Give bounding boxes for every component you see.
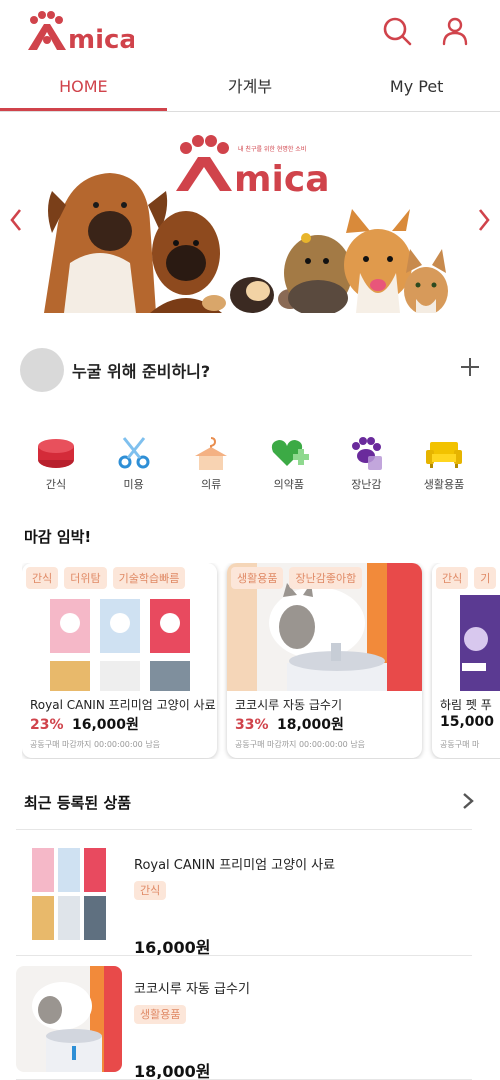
product-title: Royal CANIN 프리미엄 고양이 사료 <box>30 698 216 712</box>
deals-carousel[interactable]: 간식 더위탐 기술학습빠름 Royal CANIN 프리미엄 고양이 사료 23… <box>22 563 500 759</box>
plus-icon[interactable] <box>460 354 480 382</box>
deadline-countdown: 공동구매 마감까지 00:00:00:00 남음 <box>235 740 366 749</box>
svg-text:mica: mica <box>68 25 134 54</box>
category-household[interactable]: 생활용품 <box>406 436 482 496</box>
mica-logo[interactable]: mica <box>24 10 137 55</box>
tab-my-pet[interactable]: My Pet <box>333 64 500 111</box>
tag: 더위탐 <box>64 567 107 589</box>
recent-product-item[interactable]: 코코시루 자동 급수기 생활용품 18,000원 <box>16 966 472 1080</box>
category-toys[interactable]: 장난감 <box>328 436 404 496</box>
tag: 생활용품 <box>231 567 284 589</box>
tag: 간식 <box>26 567 59 589</box>
deal-card[interactable]: 생활용품 장난감좋아함 코코시루 자동 급수기 33% 18,000원 공동구매… <box>227 563 422 758</box>
tag: 기 <box>474 567 497 589</box>
price-row: 15,000 <box>440 714 494 730</box>
deals-title: 마감 임박! <box>24 528 92 546</box>
corgi-dog-image <box>344 209 412 313</box>
product-price: 18,000원 <box>276 717 344 733</box>
pet-selector-prompt: 누굴 위해 준비하니? <box>72 362 211 381</box>
category-label: 의류 <box>201 478 222 491</box>
tab-home[interactable]: HOME <box>0 64 167 111</box>
yorkie-dog-image <box>284 233 352 313</box>
category-menu: 간식 미용 의류 의약품 장난감 생활용품 <box>18 436 482 496</box>
deadline-countdown: 공동구매 마감까지 00:00:00:00 남음 <box>30 740 161 749</box>
product-title: 코코시루 자동 급수기 <box>134 982 250 997</box>
product-price: 18,000원 <box>134 1062 211 1080</box>
category-label: 생활용품 <box>423 478 465 491</box>
user-icon[interactable] <box>440 16 470 46</box>
deal-card[interactable]: 간식 기 하림 펫 푸 15,000 공동구매 마 <box>432 563 500 758</box>
scissors-icon <box>118 437 150 469</box>
main-tabs: HOME 가계부 My Pet <box>0 64 500 112</box>
price-row: 33% 18,000원 <box>235 714 344 734</box>
heart-cross-icon <box>271 440 309 466</box>
can-icon <box>38 439 74 468</box>
chevron-right-icon[interactable] <box>460 790 476 818</box>
category-label: 미용 <box>123 478 144 491</box>
sofa-icon <box>425 442 462 468</box>
recent-products-header[interactable]: 최근 등록된 상품 <box>24 792 476 816</box>
deadline-countdown: 공동구매 마 <box>440 740 480 749</box>
chevron-left-icon <box>10 209 22 231</box>
divider <box>16 829 472 830</box>
recent-product-item[interactable]: Royal CANIN 프리미엄 고양이 사료 간식 16,000원 <box>16 842 472 962</box>
product-title: Royal CANIN 프리미엄 고양이 사료 <box>134 858 336 873</box>
category-label: 장난감 <box>351 478 382 491</box>
price-row: 23% 16,000원 <box>30 714 139 734</box>
product-price: 15,000 <box>440 714 495 730</box>
tag: 장난감좋아함 <box>289 567 363 589</box>
category-label: 의약품 <box>273 478 304 491</box>
banner-pets-illustration: mica 내 친구를 위한 현명한 소비 <box>44 135 448 313</box>
hanger-icon <box>195 437 228 470</box>
tab-account-book[interactable]: 가계부 <box>167 64 334 111</box>
app-header: mica <box>0 0 500 64</box>
product-price: 16,000원 <box>71 717 139 733</box>
banner-prev-arrow[interactable] <box>4 200 28 240</box>
hero-banner[interactable]: mica 내 친구를 위한 현명한 소비 <box>0 113 500 313</box>
tag-list: 생활용품 장난감좋아함 <box>231 567 363 589</box>
paw-icon <box>352 437 383 470</box>
banner-logo: mica 내 친구를 위한 현명한 소비 <box>176 135 329 200</box>
pet-avatar[interactable] <box>20 348 64 392</box>
divider <box>16 955 472 956</box>
tag: 간식 <box>134 881 167 900</box>
boxer-dog-image <box>44 173 168 313</box>
cat-image <box>404 249 448 313</box>
category-clothing[interactable]: 의류 <box>173 436 249 496</box>
pet-selector[interactable]: 누굴 위해 준비하니? <box>20 346 480 394</box>
product-image <box>16 842 122 948</box>
svg-text:mica: mica <box>234 159 329 200</box>
category-grooming[interactable]: 미용 <box>96 436 172 496</box>
product-title: 하림 펫 푸 <box>440 698 492 712</box>
tag: 기술학습빠름 <box>112 567 186 589</box>
tag: 생활용품 <box>134 1005 187 1024</box>
recent-products-title: 최근 등록된 상품 <box>24 794 132 812</box>
discount-rate: 23% <box>30 717 64 733</box>
chevron-right-icon <box>478 209 490 231</box>
svg-text:내 친구를 위한 현명한 소비: 내 친구를 위한 현명한 소비 <box>238 145 306 153</box>
paw-logo-icon: mica <box>28 11 137 55</box>
category-label: 간식 <box>45 478 67 491</box>
product-title: 코코시루 자동 급수기 <box>235 698 342 712</box>
banner-next-arrow[interactable] <box>472 200 496 240</box>
tag: 간식 <box>436 567 469 589</box>
category-medicine[interactable]: 의약품 <box>251 436 327 496</box>
discount-rate: 33% <box>235 717 269 733</box>
product-image <box>16 966 122 1072</box>
tag-list: 간식 기 <box>436 567 497 589</box>
search-icon[interactable] <box>382 16 412 46</box>
category-snack[interactable]: 간식 <box>18 436 94 496</box>
tag-list: 간식 더위탐 기술학습빠름 <box>26 567 186 589</box>
deal-card[interactable]: 간식 더위탐 기술학습빠름 Royal CANIN 프리미엄 고양이 사료 23… <box>22 563 217 758</box>
